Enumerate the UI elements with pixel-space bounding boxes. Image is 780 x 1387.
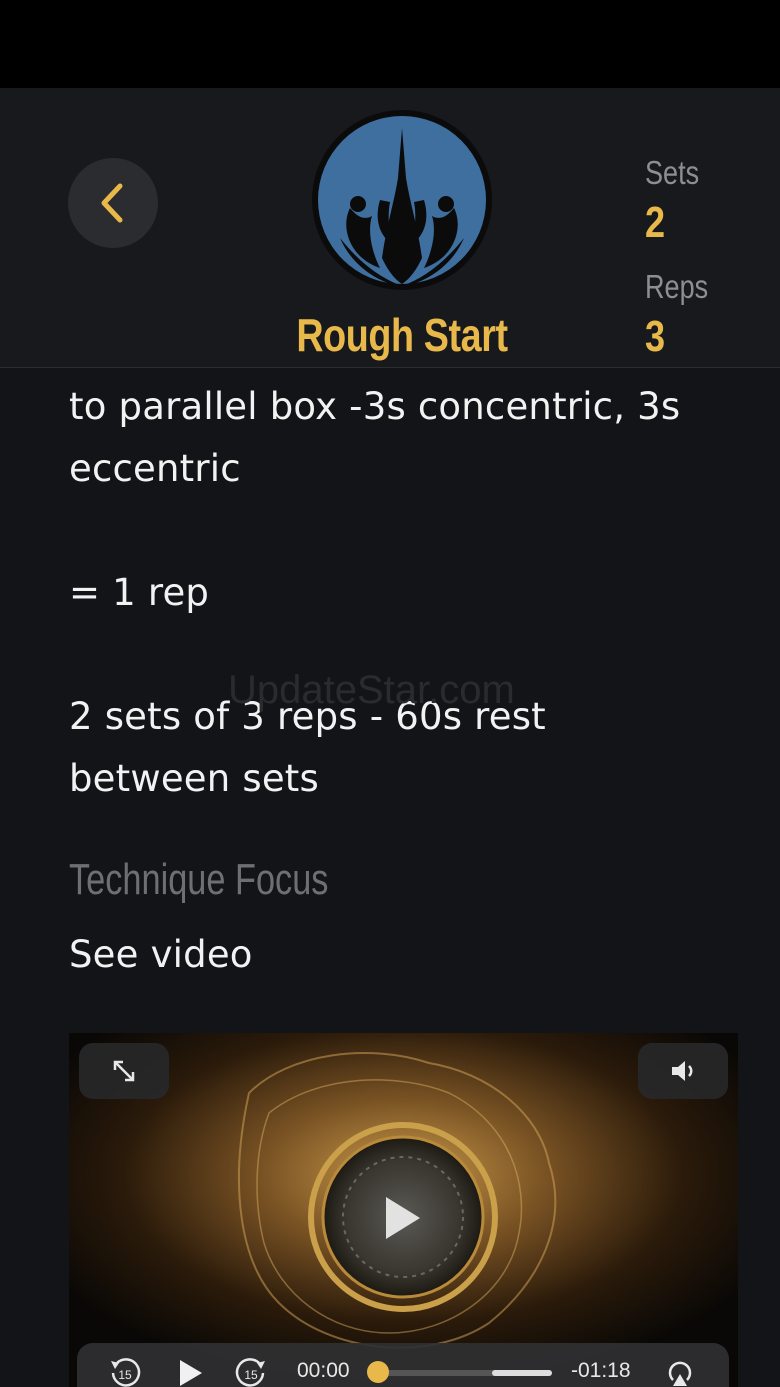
rewind-15-icon: 15 <box>111 1358 141 1387</box>
play-overlay-button[interactable] <box>372 1183 432 1253</box>
progress-knob[interactable] <box>367 1361 389 1383</box>
play-icon <box>180 1360 202 1386</box>
remaining-time: -01:18 <box>571 1359 631 1382</box>
volume-icon <box>672 1061 693 1081</box>
buffer-bar <box>492 1370 552 1376</box>
description-line: = 1 rep <box>69 571 210 614</box>
reps-label: Reps <box>645 268 709 305</box>
reps-value: 3 <box>645 312 666 361</box>
description-line: to parallel box -3s concentric, 3s <box>69 385 681 428</box>
video-controls: 15 15 00:00 -01:18 <box>77 1343 729 1387</box>
play-icon <box>386 1197 420 1239</box>
expand-icon <box>113 1060 135 1082</box>
rewind-15-button[interactable]: 15 <box>105 1353 145 1387</box>
video-player[interactable]: 15 15 00:00 -01:18 <box>69 1033 738 1387</box>
forward-seconds: 15 <box>244 1368 258 1382</box>
play-button[interactable] <box>173 1353 209 1387</box>
back-button[interactable] <box>68 158 158 248</box>
exercise-title: Rough Start <box>296 309 508 361</box>
description-line: eccentric <box>69 447 241 490</box>
description-line: between sets <box>69 757 319 800</box>
status-bar <box>0 0 780 88</box>
sets-value: 2 <box>645 198 666 247</box>
technique-focus-text: See video <box>69 933 253 976</box>
technique-focus-heading: Technique Focus <box>69 855 329 904</box>
watermark: UpdateStar.com <box>228 668 515 712</box>
current-time: 00:00 <box>297 1359 350 1382</box>
rewind-seconds: 15 <box>118 1368 132 1382</box>
mute-button[interactable] <box>638 1043 728 1099</box>
forward-15-button[interactable]: 15 <box>231 1353 271 1387</box>
fullscreen-button[interactable] <box>79 1043 169 1099</box>
airplay-button[interactable] <box>662 1353 698 1387</box>
chevron-left-icon <box>101 183 123 223</box>
app-logo <box>312 110 492 290</box>
sets-label: Sets <box>645 154 700 191</box>
progress-track[interactable] <box>382 1370 552 1376</box>
airplay-icon <box>668 1361 692 1386</box>
exercise-description: to parallel box -3s concentric, 3s eccen… <box>69 368 759 810</box>
exercise-header: Rough Start Sets 2 Reps 3 <box>0 88 780 368</box>
forward-15-icon: 15 <box>235 1358 265 1387</box>
